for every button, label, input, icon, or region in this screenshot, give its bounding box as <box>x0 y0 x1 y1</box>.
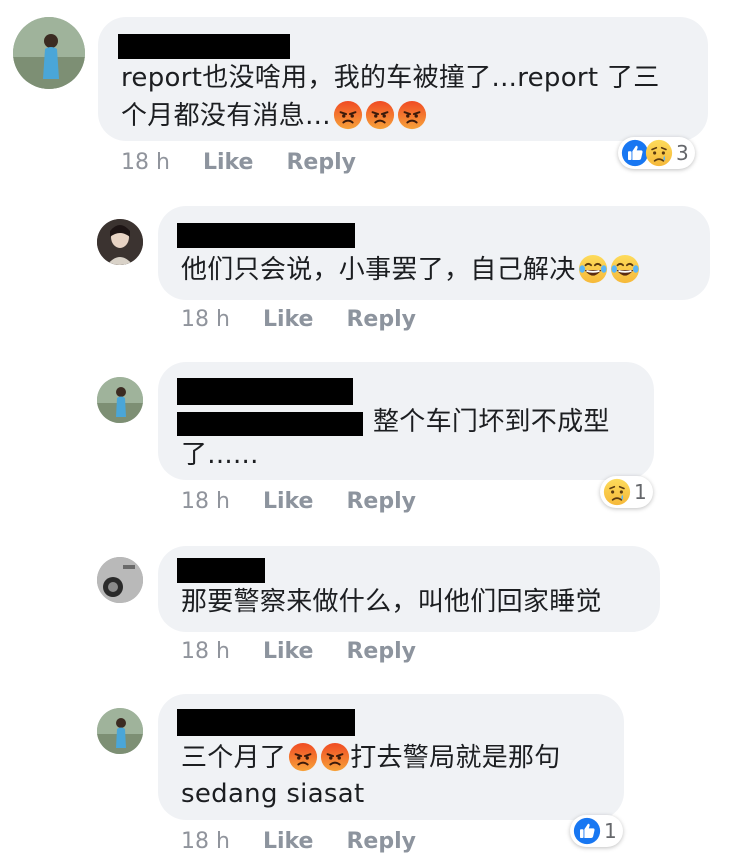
laughing-crying-emoji-icon <box>610 254 640 284</box>
timestamp[interactable]: 18 h <box>181 829 230 854</box>
comment-text: 整个车门坏到不成型 <box>373 407 610 437</box>
reaction-summary[interactable]: 3 <box>618 137 695 169</box>
comment-text: sedang siasat <box>181 779 365 809</box>
redacted-author-name <box>118 34 290 59</box>
redacted-mention <box>177 412 363 436</box>
comment-meta: 18 h Like Reply <box>181 307 416 332</box>
like-button[interactable]: Like <box>263 307 314 332</box>
profile-photo-icon <box>13 17 85 89</box>
like-button[interactable]: Like <box>203 150 254 175</box>
reply-button[interactable]: Reply <box>346 489 416 514</box>
like-button[interactable]: Like <box>263 829 314 854</box>
comment-text: 了...... <box>181 440 259 470</box>
avatar[interactable] <box>97 557 143 603</box>
redacted-author-name <box>177 558 265 583</box>
timestamp[interactable]: 18 h <box>181 307 230 332</box>
like-button[interactable]: Like <box>263 639 314 664</box>
like-reaction-icon <box>573 817 601 845</box>
sad-reaction-icon <box>645 139 673 167</box>
angry-emoji-icon <box>320 742 350 772</box>
profile-photo-icon <box>97 219 143 265</box>
profile-photo-icon <box>97 377 143 423</box>
comment-meta: 18 h Like Reply <box>181 639 416 664</box>
comment-text: 那要警察来做什么，叫他们回家睡觉 <box>181 587 602 617</box>
avatar[interactable] <box>97 219 143 265</box>
reaction-count: 3 <box>676 141 689 165</box>
profile-photo-icon <box>97 557 143 603</box>
angry-emoji-icon <box>333 100 363 130</box>
angry-emoji-icon <box>288 742 318 772</box>
comment-text: 个月都没有消息... <box>121 98 427 134</box>
avatar[interactable] <box>97 377 143 423</box>
redacted-author-name <box>177 709 355 736</box>
comment-text: 他们只会说，小事罢了，自己解决 <box>181 252 640 288</box>
comment-text: 三个月了 打去警局就是那句 <box>181 742 561 773</box>
reaction-summary[interactable]: 1 <box>600 476 653 508</box>
profile-photo-icon <box>97 708 143 754</box>
comment-text: report也没啥用，我的车被撞了...report 了三 <box>121 63 660 93</box>
timestamp[interactable]: 18 h <box>121 150 170 175</box>
reaction-summary[interactable]: 1 <box>570 815 623 847</box>
reaction-count: 1 <box>604 819 617 843</box>
laughing-crying-emoji-icon <box>578 254 608 284</box>
reply-button[interactable]: Reply <box>346 307 416 332</box>
timestamp[interactable]: 18 h <box>181 489 230 514</box>
angry-emoji-icon <box>397 100 427 130</box>
redacted-author-name <box>177 223 355 248</box>
comment-meta: 18 h Like Reply <box>121 150 356 175</box>
comment-meta: 18 h Like Reply <box>181 489 416 514</box>
comment-meta: 18 h Like Reply <box>181 829 416 854</box>
timestamp[interactable]: 18 h <box>181 639 230 664</box>
avatar[interactable] <box>97 708 143 754</box>
reaction-count: 1 <box>634 480 647 504</box>
reply-button[interactable]: Reply <box>346 639 416 664</box>
reply-button[interactable]: Reply <box>286 150 356 175</box>
sad-reaction-icon <box>603 478 631 506</box>
angry-emoji-icon <box>365 100 395 130</box>
like-button[interactable]: Like <box>263 489 314 514</box>
reply-button[interactable]: Reply <box>346 829 416 854</box>
redacted-author-name <box>177 378 353 405</box>
avatar[interactable] <box>13 17 85 89</box>
